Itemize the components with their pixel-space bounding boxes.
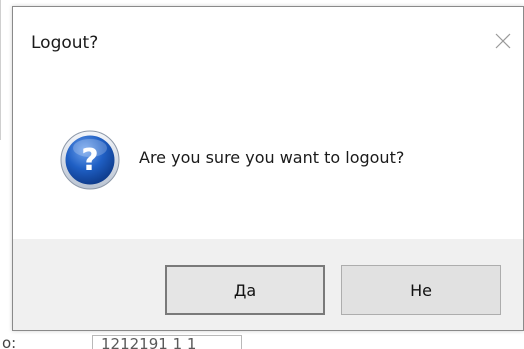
dialog-message: Are you sure you want to logout? bbox=[139, 148, 405, 167]
close-icon bbox=[495, 33, 511, 49]
background-form-row: o: 1212191 1 1 bbox=[0, 333, 524, 349]
dialog-title: Logout? bbox=[31, 33, 99, 53]
background-field-value[interactable]: 1212191 1 1 bbox=[92, 335, 242, 349]
question-icon: ? bbox=[60, 130, 120, 190]
background-window-edge bbox=[0, 0, 1, 140]
svg-text:?: ? bbox=[81, 143, 98, 178]
yes-button[interactable]: Да bbox=[165, 265, 325, 315]
screen: o: 1212191 1 1 Logout? ? Are you sure yo… bbox=[0, 0, 524, 349]
background-field-label: o: bbox=[2, 334, 17, 349]
dialog-button-bar: Да Не bbox=[13, 239, 523, 330]
logout-dialog: Logout? ? Are you sure you want to logou… bbox=[12, 6, 524, 331]
dialog-title-bar[interactable]: Logout? bbox=[13, 7, 523, 73]
dialog-content: ? Are you sure you want to logout? bbox=[13, 73, 523, 239]
no-button[interactable]: Не bbox=[341, 265, 501, 315]
close-button[interactable] bbox=[483, 23, 523, 59]
